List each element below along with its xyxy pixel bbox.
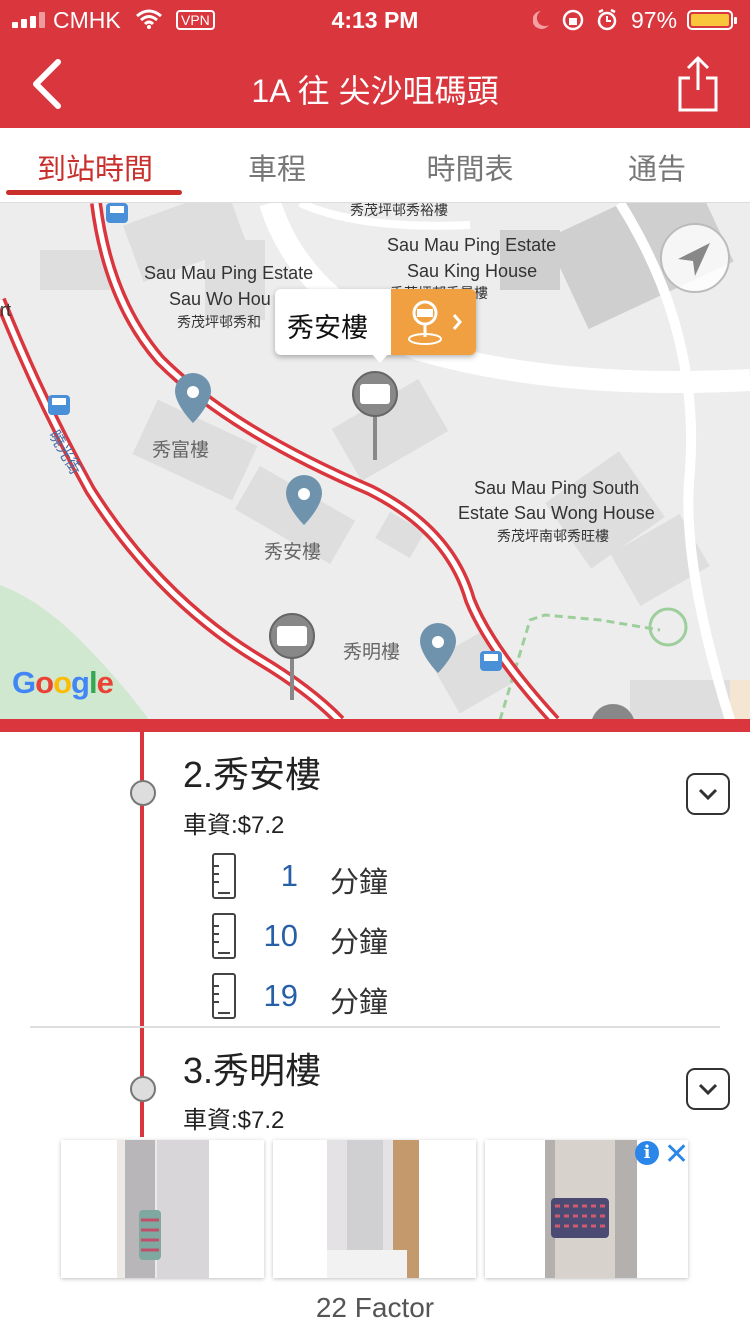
- battery-icon: [687, 10, 737, 30]
- map-label: Sau Wo Hou: [169, 289, 271, 309]
- poi-label: 秀明樓: [343, 642, 401, 663]
- map-label: Sau Mau Ping Estate: [387, 235, 557, 255]
- map-label: 秀茂坪南邨秀旺樓: [497, 528, 609, 544]
- map-label: rt: [0, 300, 11, 320]
- map-label: Estate Sau Wong House: [458, 503, 655, 523]
- stop-list[interactable]: 2.秀安樓 車資:$7.2 1 分鐘 10 分鐘 19 分鐘 3.秀明樓 車資:…: [0, 732, 750, 1137]
- map-label: Sau Mau Ping South: [474, 478, 640, 498]
- ad-info-icon[interactable]: i: [635, 1141, 659, 1165]
- ruler-icon: [212, 913, 236, 959]
- stop-name: 2.秀安樓: [183, 754, 322, 795]
- ad-banner[interactable]: i ✕ 22 Factor: [0, 1137, 750, 1334]
- eta-minutes: 19: [263, 978, 298, 1013]
- route-map[interactable]: 秀茂坪邨秀裕樓 Sau Mau Ping Estate Sau King Hou…: [0, 203, 750, 721]
- stop-dot: [130, 1076, 156, 1102]
- eta-unit: 分鐘: [330, 927, 389, 959]
- map-label: 秀茂坪邨秀和: [177, 314, 261, 330]
- ad-product-card[interactable]: [273, 1140, 476, 1278]
- tab-timetable[interactable]: 時間表: [375, 146, 565, 188]
- list-divider: [30, 1026, 720, 1028]
- ruler-icon: [212, 853, 236, 899]
- ad-brand-label[interactable]: 22 Factor: [0, 1292, 750, 1324]
- ad-product-image: [327, 1140, 419, 1278]
- ad-product-image: [117, 1140, 209, 1278]
- battery-percent: 97%: [631, 7, 678, 33]
- ruler-icon: [212, 973, 236, 1019]
- tab-notices[interactable]: 通告: [562, 146, 750, 188]
- expand-button[interactable]: [686, 1068, 730, 1110]
- stop-fare: 車資:$7.2: [183, 1107, 285, 1134]
- app-header: CMHK VPN 4:13 PM 97% 1A 往 尖沙咀碼頭: [0, 0, 750, 128]
- nav-bar: 1A 往 尖沙咀碼頭: [0, 40, 750, 128]
- eta-unit: 分鐘: [330, 867, 389, 899]
- stop-name: 3.秀明樓: [183, 1050, 322, 1091]
- eta-unit: 分鐘: [330, 987, 389, 1019]
- map-divider: [0, 719, 750, 732]
- ad-close-icon[interactable]: ✕: [664, 1137, 689, 1172]
- stop-fare: 車資:$7.2: [183, 812, 285, 839]
- ad-product-image: [545, 1140, 637, 1278]
- tab-journey[interactable]: 車程: [182, 146, 372, 188]
- google-logo: Google: [12, 665, 114, 700]
- map-label: 秀茂坪邨秀裕樓: [350, 203, 448, 218]
- callout-stop-name: 秀安樓: [287, 313, 368, 343]
- chevron-down-icon: [698, 788, 718, 801]
- compass-icon[interactable]: [660, 223, 730, 293]
- map-label: Sau King House: [407, 261, 538, 281]
- tab-arrival-time[interactable]: 到站時間: [0, 146, 190, 188]
- active-tab-indicator: [6, 190, 182, 195]
- stop-dot: [130, 780, 156, 806]
- directions-button[interactable]: [391, 289, 476, 355]
- status-icons: [533, 8, 617, 31]
- route-title: 1A 往 尖沙咀碼頭: [251, 73, 499, 109]
- ad-product-card[interactable]: [61, 1140, 264, 1278]
- map-label: Sau Mau Ping Estate: [144, 263, 314, 283]
- status-bar: CMHK VPN 4:13 PM 97%: [0, 0, 750, 40]
- poi-label: 秀富樓: [152, 440, 210, 461]
- tab-bar: 到站時間 車程 時間表 通告: [0, 128, 750, 203]
- poi-label: 秀安樓: [264, 542, 322, 563]
- stop-callout[interactable]: 秀安樓: [275, 289, 476, 363]
- eta-minutes: 1: [280, 858, 298, 893]
- stop-pin-icon: [408, 300, 462, 345]
- ad-product-card[interactable]: [485, 1140, 688, 1278]
- expand-button[interactable]: [686, 773, 730, 815]
- share-icon[interactable]: [674, 54, 722, 114]
- eta-minutes: 10: [263, 918, 298, 953]
- chevron-down-icon: [698, 1083, 718, 1096]
